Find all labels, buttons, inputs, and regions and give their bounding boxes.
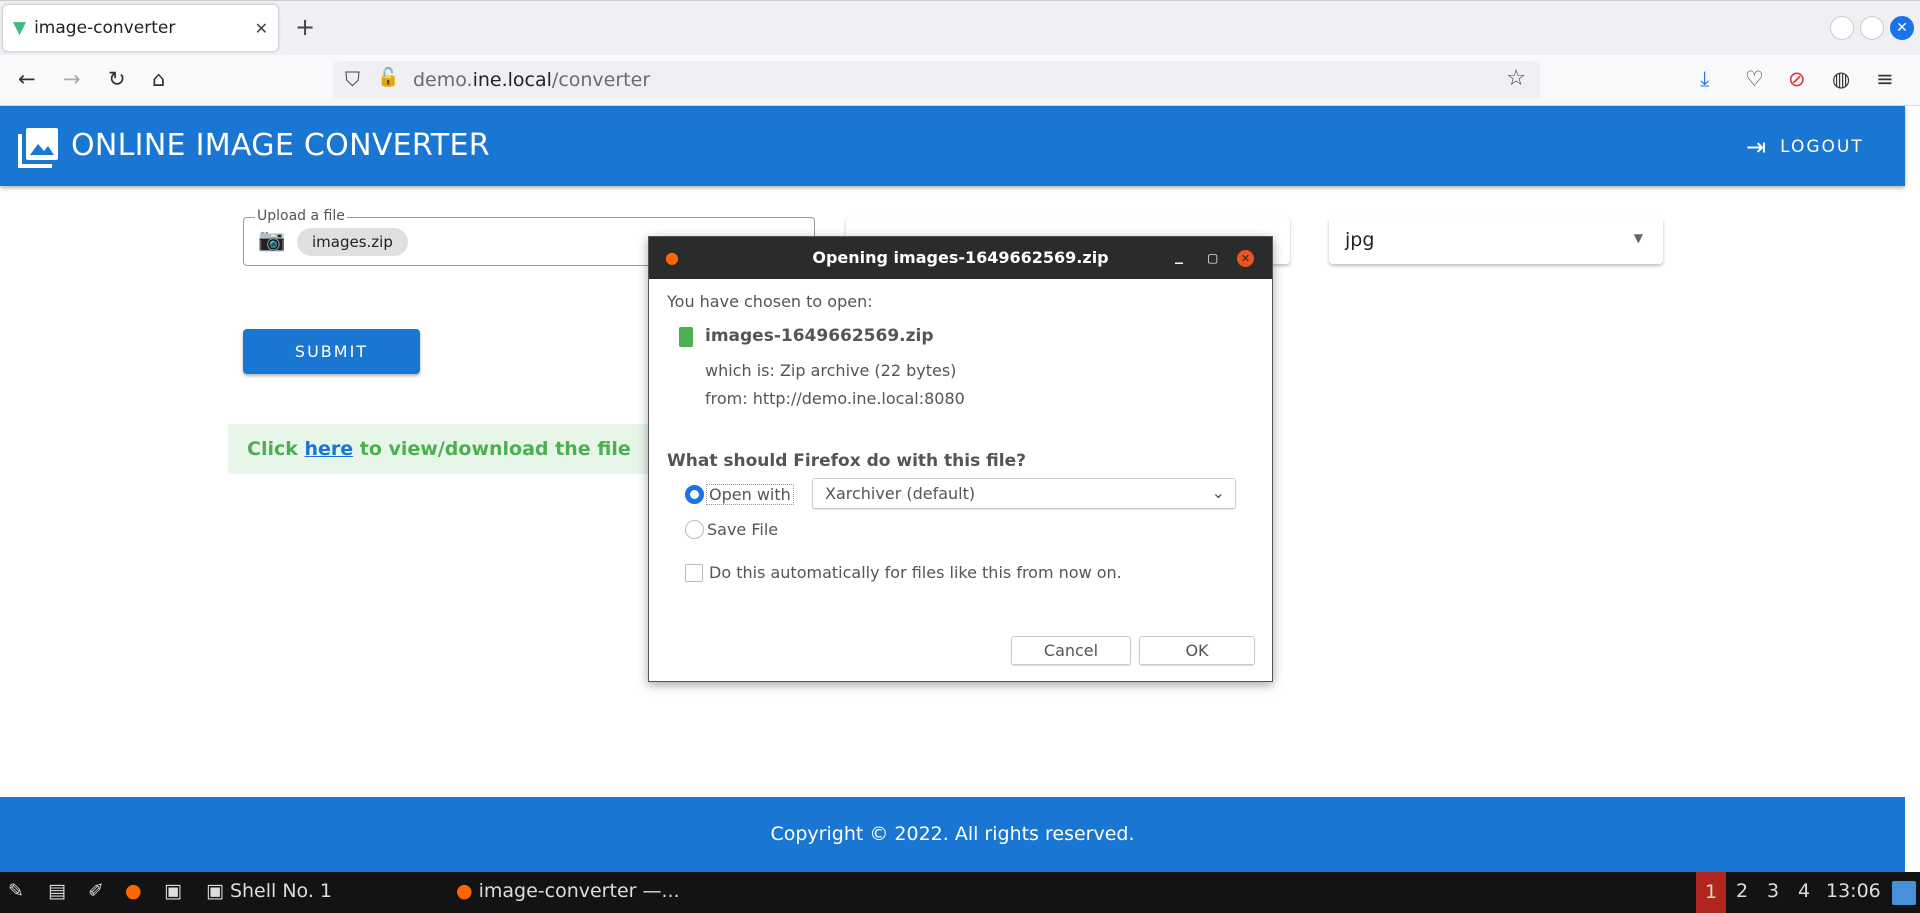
- dialog-minimize-button[interactable]: _: [1175, 234, 1183, 276]
- taskbar-firefox-window[interactable]: ● image-converter —...: [456, 880, 680, 902]
- format-select[interactable]: jpg ▼: [1329, 217, 1663, 264]
- taskbar-shell-window[interactable]: ▣ Shell No. 1: [206, 880, 332, 902]
- file-chip: images.zip: [297, 228, 408, 256]
- firefox-icon: ●: [665, 248, 679, 267]
- dialog-filename: images-1649662569.zip: [705, 326, 934, 346]
- url-prefix: demo.: [413, 69, 473, 91]
- ok-button[interactable]: OK: [1139, 636, 1255, 665]
- logout-icon: ⇥: [1746, 133, 1769, 161]
- save-file-radio[interactable]: Save File: [685, 520, 778, 539]
- shell-label: Shell No. 1: [229, 880, 333, 902]
- save-file-label: Save File: [707, 520, 779, 539]
- dialog-titlebar: ● Opening images-1649662569.zip _ ▢ ✕: [649, 237, 1272, 279]
- file-type: which is: Zip archive (22 bytes): [705, 361, 957, 380]
- chevron-down-icon: ⌄: [1211, 483, 1225, 502]
- bookmark-star-icon[interactable]: ☆: [1506, 66, 1526, 91]
- app-menu-icon[interactable]: ✎: [8, 880, 24, 902]
- open-file-dialog: ● Opening images-1649662569.zip _ ▢ ✕ Yo…: [648, 236, 1273, 682]
- taskbar: ✎ ▤ ✐ ● ▣ ▣ Shell No. 1 ● image-converter …: [0, 872, 1920, 913]
- logout-label: LOGOUT: [1780, 137, 1864, 157]
- file-source: from: http://demo.ine.local:8080: [705, 389, 965, 408]
- cancel-button[interactable]: Cancel: [1011, 636, 1131, 665]
- shield-icon[interactable]: ⛉: [345, 67, 360, 91]
- format-value: jpg: [1345, 229, 1375, 251]
- download-link[interactable]: here: [304, 438, 353, 460]
- download-alert: Click here to view/download the file: [228, 424, 668, 474]
- radio-unselected-icon: [685, 520, 704, 539]
- workspace-2[interactable]: 2: [1736, 880, 1748, 902]
- open-with-app: Xarchiver (default): [825, 484, 976, 503]
- tab-image-converter[interactable]: ▼ image-converter ✕: [3, 5, 278, 51]
- camera-icon[interactable]: 📷: [258, 228, 285, 253]
- auto-label: Do this automatically for files like thi…: [709, 563, 1122, 582]
- reload-icon[interactable]: ↻: [108, 67, 126, 91]
- dialog-question: What should Firefox do with this file?: [667, 451, 1026, 471]
- maximize-window-button[interactable]: [1860, 16, 1884, 40]
- workspace-1[interactable]: 1: [1696, 872, 1726, 913]
- blocked-extension-icon[interactable]: ⊘: [1788, 67, 1806, 91]
- nav-bar: ← → ↻ ⌂ ⛉ 🔓 demo. ine.local/converter ☆ ⤓…: [0, 55, 1920, 106]
- dialog-close-button[interactable]: ✕: [1237, 250, 1254, 267]
- photo-library-icon: [18, 128, 58, 168]
- firefox-launcher-icon[interactable]: ●: [125, 880, 142, 902]
- dialog-title: Opening images-1649662569.zip: [812, 248, 1109, 267]
- firefox-icon: ●: [456, 880, 473, 902]
- workspace-4[interactable]: 4: [1798, 880, 1810, 902]
- submit-button[interactable]: SUBMIT: [243, 329, 420, 374]
- upload-label: Upload a file: [255, 208, 347, 224]
- open-with-radio[interactable]: Open with: [685, 484, 794, 505]
- notification-icon[interactable]: [1892, 881, 1916, 905]
- home-icon[interactable]: ⌂: [152, 67, 165, 91]
- app-title: ONLINE IMAGE CONVERTER: [71, 128, 490, 163]
- back-icon[interactable]: ←: [18, 67, 36, 91]
- downloads-icon[interactable]: ⤓: [1700, 67, 1709, 92]
- vue-logo-icon: ▼: [13, 18, 27, 38]
- app-header: ONLINE IMAGE CONVERTER ⇥ LOGOUT: [0, 106, 1905, 186]
- menu-icon[interactable]: ≡: [1876, 67, 1894, 91]
- terminal-icon: ▣: [206, 880, 224, 902]
- clock: 13:06: [1826, 880, 1881, 902]
- text-editor-icon[interactable]: ✐: [88, 880, 104, 902]
- new-tab-button[interactable]: +: [295, 13, 315, 41]
- insecure-lock-icon[interactable]: 🔓: [377, 67, 399, 88]
- open-with-label: Open with: [706, 484, 794, 505]
- dialog-intro: You have chosen to open:: [667, 292, 873, 311]
- alert-suffix: to view/download the file: [353, 438, 631, 460]
- cookie-icon[interactable]: ◍: [1832, 67, 1850, 91]
- terminal-launcher-icon[interactable]: ▣: [164, 880, 182, 902]
- dialog-maximize-button[interactable]: ▢: [1207, 237, 1218, 279]
- radio-selected-icon: [685, 485, 704, 504]
- auto-checkbox[interactable]: Do this automatically for files like thi…: [685, 563, 1122, 582]
- url-path: /converter: [551, 69, 651, 91]
- checkbox-icon: [685, 563, 703, 582]
- workspace-3[interactable]: 3: [1767, 880, 1779, 902]
- close-tab-icon[interactable]: ✕: [255, 19, 268, 38]
- logout-button[interactable]: ⇥ LOGOUT: [1746, 133, 1864, 161]
- file-manager-icon[interactable]: ▤: [48, 880, 66, 902]
- zip-file-icon: [679, 327, 693, 347]
- firefox-window-label: image-converter —...: [478, 880, 680, 902]
- tab-title: image-converter: [34, 18, 176, 38]
- url-bar[interactable]: ⛉ 🔓 demo. ine.local/converter ☆: [333, 61, 1540, 99]
- dropdown-arrow-icon: ▼: [1633, 231, 1643, 245]
- alert-prefix: Click: [247, 438, 305, 460]
- tab-bar: ▼ image-converter ✕ + ✕: [0, 0, 1920, 55]
- pocket-icon[interactable]: ♡: [1745, 67, 1764, 91]
- footer: Copyright © 2022. All rights reserved.: [0, 797, 1905, 872]
- open-with-app-select[interactable]: Xarchiver (default) ⌄: [812, 478, 1236, 509]
- close-window-button[interactable]: ✕: [1890, 16, 1914, 40]
- url-domain: ine.local: [472, 69, 552, 91]
- minimize-window-button[interactable]: [1830, 16, 1854, 40]
- forward-icon[interactable]: →: [63, 67, 81, 91]
